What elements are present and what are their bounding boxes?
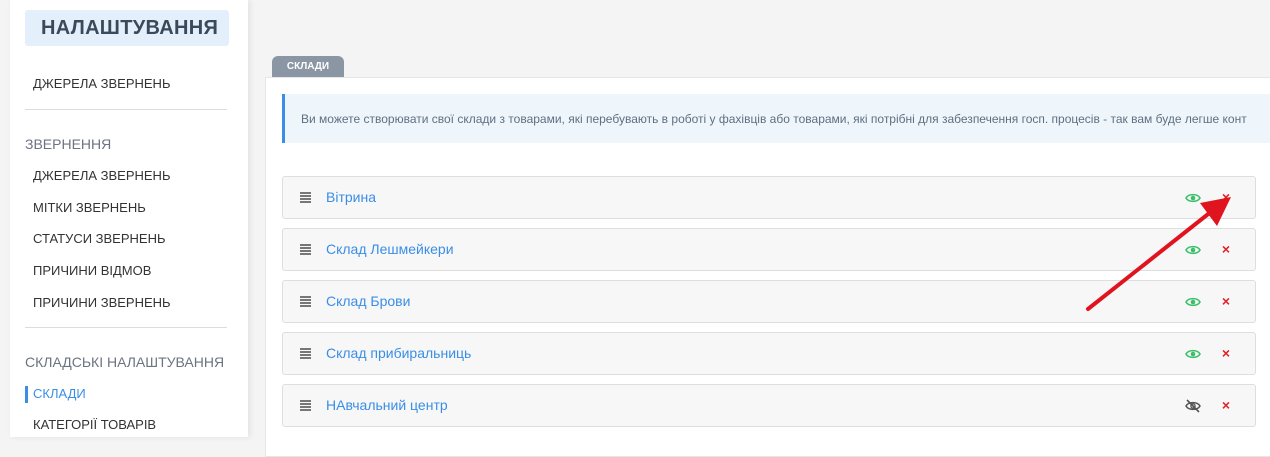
sidebar-heading-appeals: ЗВЕРНЕННЯ	[25, 136, 112, 152]
eye-icon[interactable]	[1185, 190, 1201, 206]
eye-icon[interactable]	[1185, 242, 1201, 258]
drag-handle-icon[interactable]	[300, 296, 311, 307]
sidebar-item-product-categories[interactable]: КАТЕГОРІЇ ТОВАРІВ	[33, 417, 156, 432]
sidebar-title: НАЛАШТУВАННЯ	[25, 10, 229, 46]
warehouse-row[interactable]: Склад Брови ×	[282, 280, 1256, 323]
sidebar-heading-warehouse-settings: СКЛАДСЬКІ НАЛАШТУВАННЯ	[25, 354, 225, 370]
warehouse-name-link[interactable]: НАвчальний центр	[326, 397, 448, 413]
warehouse-row[interactable]: Склад прибиральниць ×	[282, 332, 1256, 375]
delete-icon[interactable]: ×	[1220, 189, 1232, 205]
eye-icon[interactable]	[1185, 346, 1201, 362]
warehouse-row[interactable]: Склад Лешмейкери ×	[282, 228, 1256, 271]
sidebar-item-warehouses[interactable]: СКЛАДИ	[33, 386, 86, 401]
tab-warehouses[interactable]: СКЛАДИ	[272, 56, 344, 77]
sidebar: НАЛАШТУВАННЯ ДЖЕРЕЛА ЗВЕРНЕНЬ ЗВЕРНЕННЯ …	[10, 0, 248, 437]
drag-handle-icon[interactable]	[300, 348, 311, 359]
delete-icon[interactable]: ×	[1220, 345, 1232, 361]
sidebar-item-appeal-tags[interactable]: МІТКИ ЗВЕРНЕНЬ	[33, 200, 146, 215]
sidebar-item-appeal-reasons[interactable]: ПРИЧИНИ ЗВЕРНЕНЬ	[33, 295, 171, 310]
sidebar-divider	[25, 327, 227, 328]
drag-handle-icon[interactable]	[300, 244, 311, 255]
delete-icon[interactable]: ×	[1220, 241, 1232, 257]
sidebar-item-rejection-reasons[interactable]: ПРИЧИНИ ВІДМОВ	[33, 263, 151, 278]
warehouse-name-link[interactable]: Склад Лешмейкери	[326, 241, 454, 257]
warehouse-name-link[interactable]: Склад Брови	[326, 293, 410, 309]
warehouse-name-link[interactable]: Склад прибиральниць	[326, 345, 471, 361]
drag-handle-icon[interactable]	[300, 192, 311, 203]
info-message: Ви можете створювати свої склади з товар…	[282, 94, 1270, 143]
sidebar-divider	[25, 109, 227, 110]
active-indicator	[25, 386, 28, 403]
sidebar-item-appeal-sources[interactable]: ДЖЕРЕЛА ЗВЕРНЕНЬ	[33, 168, 170, 183]
delete-icon[interactable]: ×	[1220, 293, 1232, 309]
warehouse-row[interactable]: НАвчальний центр ×	[282, 384, 1256, 427]
sidebar-item-appeal-statuses[interactable]: СТАТУСИ ЗВЕРНЕНЬ	[33, 231, 166, 246]
delete-icon[interactable]: ×	[1220, 397, 1232, 413]
sidebar-item-appeal-sources-top[interactable]: ДЖЕРЕЛА ЗВЕРНЕНЬ	[33, 76, 170, 91]
warehouse-name-link[interactable]: Вітрина	[326, 189, 376, 205]
warehouse-row[interactable]: Вітрина ×	[282, 176, 1256, 219]
eye-icon[interactable]	[1185, 294, 1201, 310]
drag-handle-icon[interactable]	[300, 400, 311, 411]
eye-slash-icon[interactable]	[1185, 398, 1201, 414]
